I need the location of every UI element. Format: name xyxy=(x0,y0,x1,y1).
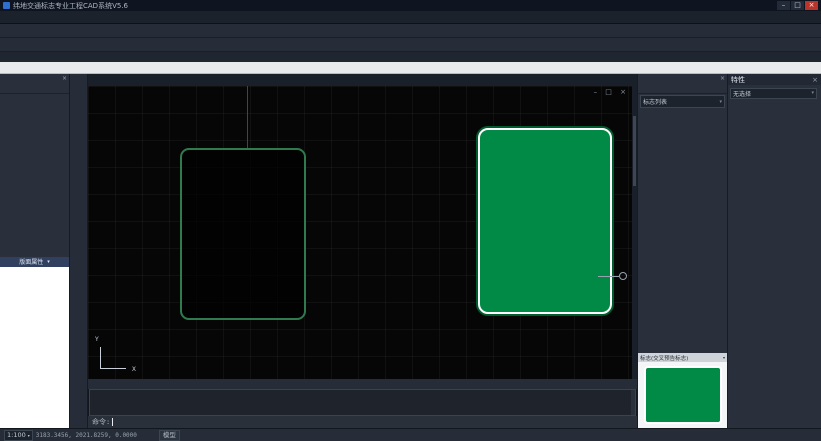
selection-filter-dropdown[interactable]: 无选择▾ xyxy=(730,88,817,99)
command-prompt: 命令: xyxy=(92,417,110,427)
drawing-window-controls[interactable]: – □ × xyxy=(594,88,629,96)
sign-preview-area xyxy=(638,362,727,428)
scale-selector[interactable]: 1:100▾ xyxy=(4,430,33,441)
drawing-tab-bar xyxy=(88,74,637,86)
close-button[interactable]: × xyxy=(805,1,818,10)
sign-list xyxy=(638,109,727,353)
tree-panel-close-icon[interactable]: × xyxy=(62,75,67,82)
properties-close-icon[interactable]: × xyxy=(812,76,818,84)
sign-props-title: 版面属性▾ xyxy=(0,257,69,267)
sign-list-panel: × 标志列表▾ 标志(交叉预告标志)▾ xyxy=(637,74,727,428)
draw-tools-toolbar xyxy=(70,74,88,428)
canvas-scrollbar[interactable] xyxy=(632,86,637,379)
properties-palette: 特性 × 无选择▾ xyxy=(727,74,821,428)
command-history xyxy=(89,389,636,416)
command-input[interactable]: 命令: xyxy=(88,416,637,428)
app-icon xyxy=(3,2,10,9)
snap-marker-icon xyxy=(598,272,628,281)
properties-title: 特性 xyxy=(731,75,745,85)
chevron-down-icon: ▾ xyxy=(719,99,722,105)
command-scrollbar[interactable] xyxy=(631,390,635,415)
list-panel-tabs xyxy=(638,82,727,94)
sign-list-dropdown[interactable]: 标志列表▾ xyxy=(640,95,725,108)
construction-line xyxy=(247,86,248,150)
minimize-button[interactable]: – xyxy=(777,1,790,10)
coordinates-readout: 3183.3456, 2021.8259, 0.0000 xyxy=(36,432,137,439)
preview-header[interactable]: 标志(交叉预告标志)▾ xyxy=(638,353,727,362)
standard-toolbar xyxy=(0,24,821,38)
model-space-button[interactable]: 模型 xyxy=(159,430,180,441)
layers-properties-toolbar xyxy=(0,38,821,52)
text-caret xyxy=(112,418,113,426)
app-window: 纬地交通标志专业工程CAD系统V5.6 – □ × × 版面属性▾ – □ × xyxy=(0,0,821,441)
title-bar: 纬地交通标志专业工程CAD系统V5.6 – □ × xyxy=(0,0,821,11)
tree-panel-filler xyxy=(0,267,69,429)
chevron-down-icon: ▾ xyxy=(811,90,814,96)
app-menu-row-1 xyxy=(0,52,821,62)
drawing-canvas[interactable]: – □ × YX xyxy=(88,86,637,379)
preview-sign xyxy=(644,366,722,424)
green-guide-sign[interactable] xyxy=(478,128,612,314)
project-tree-panel: × 版面属性▾ xyxy=(0,74,70,428)
maximize-button[interactable]: □ xyxy=(791,1,804,10)
ucs-icon: YX xyxy=(96,343,130,373)
menu-bar xyxy=(0,11,821,24)
tree-panel-tabs xyxy=(0,82,69,94)
chevron-down-icon: ▾ xyxy=(723,355,725,360)
list-panel-close-icon[interactable]: × xyxy=(720,75,725,82)
project-tree xyxy=(0,94,69,257)
app-menu-row-2 xyxy=(0,62,821,74)
model-layout-tabs xyxy=(88,379,637,389)
window-title: 纬地交通标志专业工程CAD系统V5.6 xyxy=(13,1,777,11)
wireframe-sign[interactable] xyxy=(180,148,306,320)
status-bar: 1:100▾ 3183.3456, 2021.8259, 0.0000 模型 xyxy=(0,428,821,441)
chevron-down-icon: ▾ xyxy=(28,433,30,438)
